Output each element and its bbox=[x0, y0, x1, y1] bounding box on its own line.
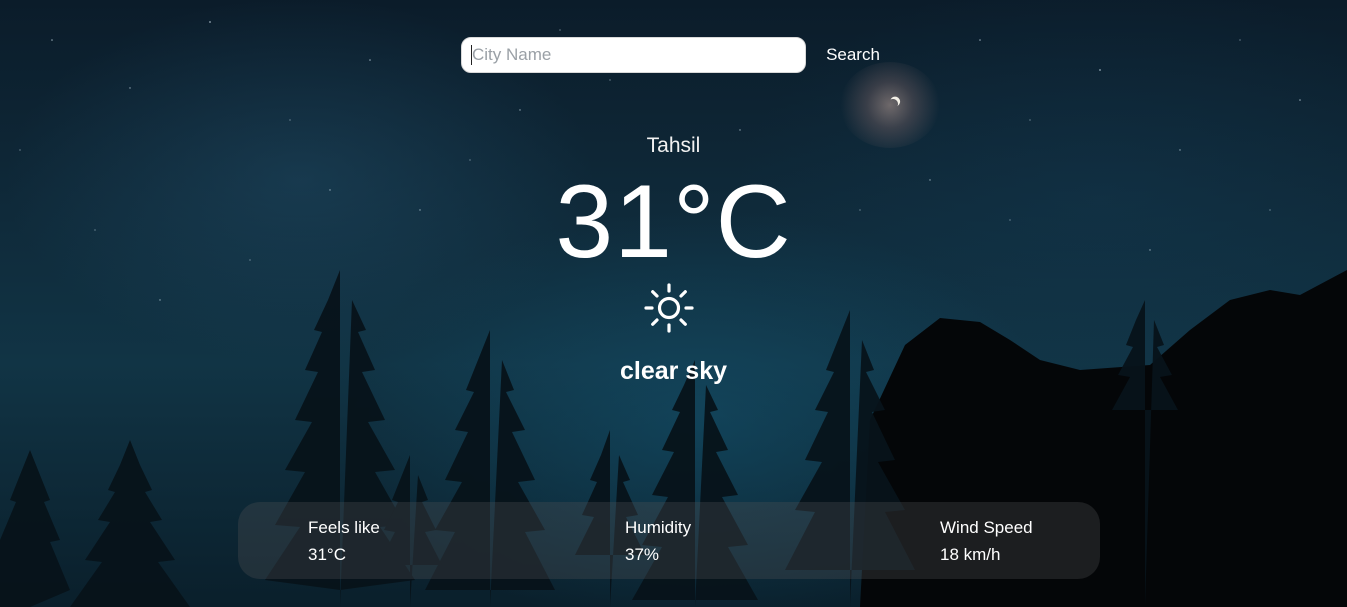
weather-description: clear sky bbox=[619, 357, 728, 385]
humidity-detail: Humidity 37% bbox=[625, 518, 691, 565]
feels-like-value: 31°C bbox=[308, 545, 346, 564]
temperature-display: 31°C bbox=[555, 164, 792, 280]
sun-icon bbox=[644, 283, 694, 333]
wind-speed-detail: Wind Speed 18 km/h bbox=[940, 518, 1033, 565]
city-search-input[interactable] bbox=[461, 37, 806, 73]
search-bar: Search bbox=[461, 37, 891, 73]
text-caret bbox=[471, 45, 472, 65]
wind-speed-value: 18 km/h bbox=[940, 545, 1001, 564]
weather-background: Search Tahsil 31°C clear sky Feels like … bbox=[0, 0, 1347, 607]
feels-like-label: Feels like bbox=[308, 518, 380, 537]
humidity-value: 37% bbox=[625, 545, 660, 564]
search-button[interactable]: Search bbox=[813, 37, 893, 73]
weather-details-panel: Feels like 31°C Humidity 37% Wind Speed … bbox=[238, 502, 1100, 579]
city-name: Tahsil bbox=[646, 134, 701, 157]
wind-speed-label: Wind Speed bbox=[940, 518, 1033, 537]
humidity-label: Humidity bbox=[625, 518, 692, 537]
feels-like-detail: Feels like 31°C bbox=[308, 518, 380, 565]
